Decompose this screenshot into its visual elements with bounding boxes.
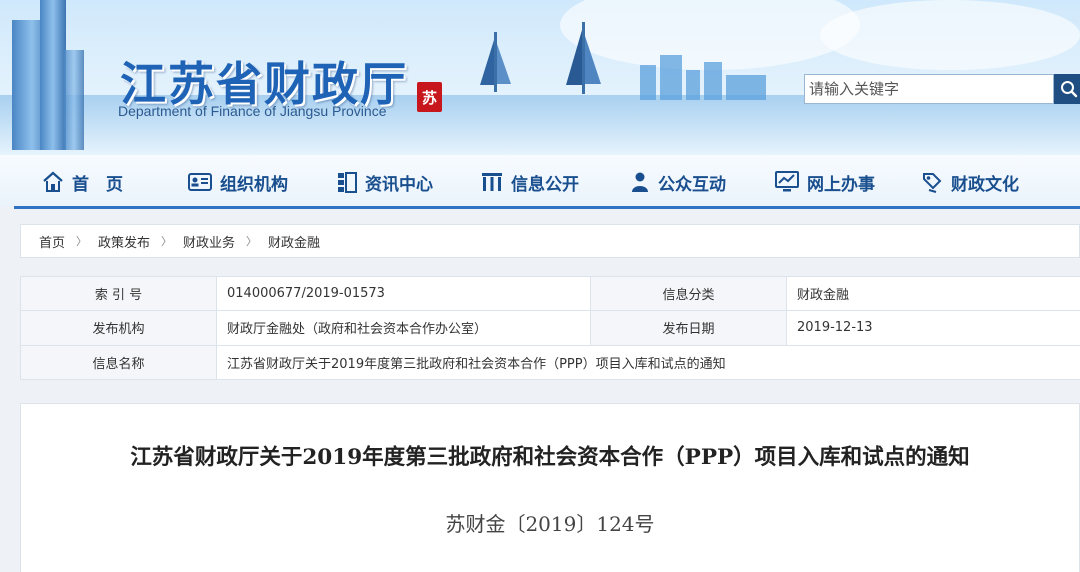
- search-input[interactable]: [804, 74, 1054, 104]
- nav-item-organization[interactable]: 组织机构: [188, 169, 288, 195]
- skyline-illustration: [660, 55, 682, 100]
- publisher-value: 财政厅金融处（政府和社会资本合作办公室）: [216, 310, 591, 346]
- site-banner: 江苏省财政厅 Department of Finance of Jiangsu …: [0, 0, 1080, 155]
- chevron-right-icon: 〉: [161, 235, 173, 248]
- culture-icon: [923, 173, 942, 193]
- nav-divider: [14, 206, 1080, 209]
- cloud-decoration: [820, 0, 1080, 70]
- nav-item-label: 组织机构: [220, 174, 288, 195]
- skyline-illustration: [726, 75, 766, 100]
- seal-logo: 苏: [417, 82, 442, 112]
- sail-illustration: [585, 36, 601, 84]
- nav-item-news[interactable]: 资讯中心: [337, 169, 433, 195]
- skyline-illustration: [704, 62, 722, 100]
- cloud-decoration: [560, 0, 860, 70]
- name-value: 江苏省财政厅关于2019年度第三批政府和社会资本合作（PPP）项目入库和试点的通…: [216, 344, 1080, 381]
- nav-item-label: 财政文化: [951, 174, 1019, 195]
- user-icon: [632, 172, 648, 192]
- search-button[interactable]: [1054, 74, 1080, 104]
- chevron-right-icon: 〉: [246, 235, 258, 248]
- search-icon: [1061, 81, 1078, 98]
- table-row: 索 引 号 014000677/2019-01573 信息分类 财政金融: [20, 275, 1080, 312]
- sail-illustration: [480, 40, 494, 85]
- table-row: 信息名称 江苏省财政厅关于2019年度第三批政府和社会资本合作（PPP）项目入库…: [20, 344, 1080, 381]
- nav-item-home[interactable]: 首 页: [42, 169, 123, 195]
- nav-item-label: 信息公开: [511, 174, 579, 195]
- building-illustration: [64, 50, 84, 150]
- columns-icon: [482, 173, 502, 191]
- index-label: 索 引 号: [20, 275, 217, 312]
- news-icon: [338, 172, 357, 193]
- category-label: 信息分类: [590, 275, 787, 312]
- document-info-table: 索 引 号 014000677/2019-01573 信息分类 财政金融 发布机…: [20, 275, 1080, 381]
- name-label: 信息名称: [20, 344, 217, 381]
- site-logo-subtitle: Department of Finance of Jiangsu Provinc…: [118, 103, 387, 119]
- category-value: 财政金融: [786, 275, 1080, 312]
- nav-item-interaction[interactable]: 公众互动: [630, 169, 726, 195]
- breadcrumb-policy[interactable]: 政策发布: [98, 232, 150, 251]
- nav-item-label: 公众互动: [658, 174, 726, 195]
- sail-illustration: [497, 44, 511, 84]
- breadcrumb: 首页 〉 政策发布 〉 财政业务 〉 财政金融: [20, 224, 1080, 258]
- article-title: 江苏省财政厅关于2019年度第三批政府和社会资本合作（PPP）项目入库和试点的通…: [130, 445, 970, 470]
- nav-item-disclosure[interactable]: 信息公开: [481, 169, 579, 195]
- table-row: 发布机构 财政厅金融处（政府和社会资本合作办公室） 发布日期 2019-12-1…: [20, 310, 1080, 346]
- id-card-icon: [188, 173, 212, 191]
- main-nav: 首 页 组织机构 资讯中心 信息公开 公众互动 网上办事 财政文化: [0, 155, 1080, 207]
- home-icon: [43, 171, 63, 192]
- breadcrumb-finance-banking[interactable]: 财政金融: [268, 232, 320, 251]
- nav-item-online-service[interactable]: 网上办事: [775, 169, 875, 195]
- date-label: 发布日期: [590, 310, 787, 346]
- breadcrumb-home[interactable]: 首页: [39, 232, 65, 251]
- date-value: 2019-12-13: [786, 310, 1080, 346]
- chevron-right-icon: 〉: [76, 235, 88, 248]
- skyline-illustration: [686, 70, 700, 100]
- skyline-illustration: [640, 65, 656, 100]
- nav-item-label: 资讯中心: [365, 174, 433, 195]
- monitor-chart-icon: [775, 171, 799, 192]
- building-illustration: [40, 0, 66, 150]
- publisher-label: 发布机构: [20, 310, 217, 346]
- document-number: 苏财金〔2019〕124号: [445, 512, 655, 536]
- sail-illustration: [566, 30, 582, 85]
- nav-item-culture[interactable]: 财政文化: [921, 169, 1019, 195]
- index-value: 014000677/2019-01573: [216, 275, 591, 312]
- breadcrumb-finance-business[interactable]: 财政业务: [183, 232, 235, 251]
- article-panel: 江苏省财政厅关于2019年度第三批政府和社会资本合作（PPP）项目入库和试点的通…: [20, 403, 1080, 572]
- nav-item-label: 首 页: [72, 174, 123, 195]
- nav-item-label: 网上办事: [807, 174, 875, 195]
